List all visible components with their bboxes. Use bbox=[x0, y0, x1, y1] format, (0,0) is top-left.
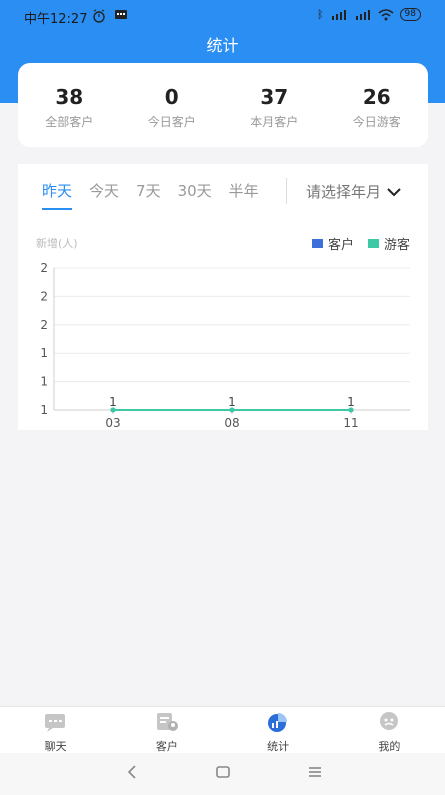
x-tick-label: 11 bbox=[343, 416, 358, 430]
tabbar-item-profile[interactable]: 我的 bbox=[334, 707, 445, 753]
y-tick-label: 2 bbox=[40, 289, 48, 303]
back-icon[interactable] bbox=[126, 764, 138, 780]
y-tick-label: 1 bbox=[40, 346, 48, 360]
data-label: 1 bbox=[109, 395, 117, 409]
message-icon bbox=[115, 10, 127, 19]
status-time: 中午12:27 bbox=[24, 12, 88, 27]
battery-icon: 98 bbox=[399, 8, 421, 21]
bluetooth-icon: ᛒ bbox=[316, 8, 324, 21]
chat-icon bbox=[44, 714, 65, 732]
tabbar-item-chat[interactable]: 聊天 bbox=[0, 707, 111, 753]
signal-icon-2 bbox=[355, 9, 370, 20]
tabbar-label: 聊天 bbox=[44, 740, 67, 753]
stat-today-customers[interactable]: 0 今日客户 bbox=[121, 63, 224, 147]
y-tick-label: 1 bbox=[40, 375, 48, 389]
system-nav-bar bbox=[0, 753, 445, 795]
stat-all-customers[interactable]: 38 全部客户 bbox=[18, 63, 121, 147]
home-icon[interactable] bbox=[215, 764, 231, 780]
menu-icon[interactable] bbox=[307, 764, 323, 780]
alarm-icon bbox=[93, 9, 105, 23]
stats-icon bbox=[268, 713, 288, 732]
y-tick-label: 1 bbox=[40, 403, 48, 417]
profile-icon bbox=[380, 712, 399, 730]
y-tick-label: 2 bbox=[40, 261, 48, 275]
status-right-group: ᛒ 98 bbox=[317, 8, 421, 21]
data-label: 1 bbox=[228, 395, 236, 409]
stat-label: 全部客户 bbox=[45, 115, 94, 129]
tabbar-label: 客户 bbox=[155, 740, 178, 753]
stat-month-customers[interactable]: 37 本月客户 bbox=[223, 63, 326, 147]
data-label: 1 bbox=[347, 395, 355, 409]
page-title: 统计 bbox=[206, 36, 239, 55]
stat-value: 0 bbox=[164, 85, 179, 109]
stat-value: 26 bbox=[362, 85, 391, 109]
tabbar-label: 统计 bbox=[267, 740, 290, 753]
chart-card: 昨天 今天 7天 30天 半年 请选择年月 新增(人) 客户 游客 222111… bbox=[18, 164, 428, 430]
line-chart: 22211103 08 111 1 1 bbox=[40, 261, 410, 430]
bottom-tab-bar: 聊天 客户 统计 我的 bbox=[0, 706, 445, 753]
stat-label: 本月客户 bbox=[250, 115, 299, 129]
summary-card: 38 全部客户 0 今日客户 37 本月客户 26 今日游客 bbox=[18, 63, 428, 147]
stat-today-visitors[interactable]: 26 今日游客 bbox=[326, 63, 429, 147]
signal-icon bbox=[331, 9, 346, 20]
x-tick-label: 08 bbox=[224, 416, 239, 430]
stat-value: 37 bbox=[260, 85, 289, 109]
stat-value: 38 bbox=[55, 85, 84, 109]
stat-label: 今日游客 bbox=[352, 115, 401, 129]
status-bar: 中午12:27 ᛒ 98 bbox=[0, 0, 445, 30]
tabbar-item-stats[interactable]: 统计 bbox=[223, 707, 334, 753]
tabbar-item-customers[interactable]: 客户 bbox=[111, 707, 222, 753]
customer-icon bbox=[156, 713, 178, 731]
x-tick-label: 03 bbox=[105, 416, 120, 430]
stat-label: 今日客户 bbox=[147, 115, 196, 129]
wifi-icon bbox=[378, 8, 394, 20]
tabbar-label: 我的 bbox=[378, 740, 401, 753]
y-tick-label: 2 bbox=[40, 318, 48, 332]
